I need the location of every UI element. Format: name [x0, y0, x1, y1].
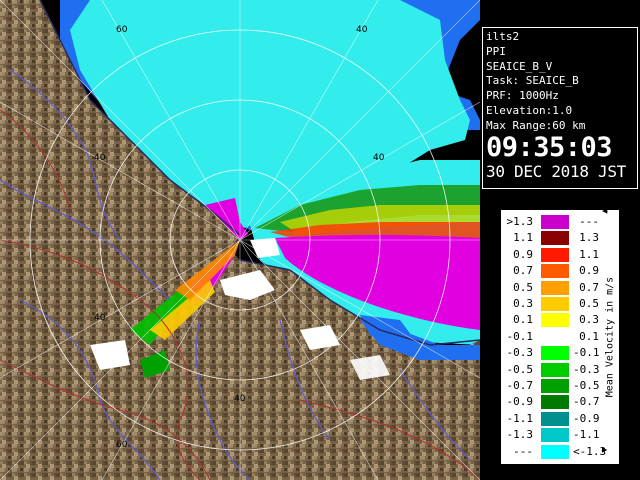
arrow-up-icon: ▲	[600, 208, 610, 214]
legend-low-value: 0.1	[513, 313, 533, 327]
legend-swatch	[541, 247, 569, 262]
legend-swatch	[541, 411, 569, 426]
ppi-radar-display	[0, 0, 480, 480]
legend-swatch	[541, 297, 569, 311]
legend-high-value: -0.9	[573, 411, 600, 425]
legend-low-value: 0.9	[513, 247, 533, 261]
legend-swatch	[541, 280, 569, 295]
arrow-down-icon: ▼	[600, 447, 610, 453]
scan-date: 30 DEC 2018 JST	[486, 161, 626, 181]
legend-high-value: -0.3	[573, 362, 600, 376]
legend-high-value: -0.1	[573, 346, 600, 360]
legend-high-value: 1.3	[579, 231, 599, 245]
site-name: ilts2	[486, 30, 520, 43]
scan-name: SEAICE_B_V	[486, 59, 553, 73]
legend-low-value: -0.9	[506, 395, 534, 409]
legend-unit-label: ▲ Mean Velocity in m/s ▼	[600, 208, 616, 453]
display-mode: PPI	[486, 44, 506, 58]
legend-low-value: 0.5	[513, 280, 533, 294]
legend-low-value: -1.1	[506, 411, 534, 425]
legend-low-value: -0.1	[506, 329, 534, 343]
legend-high-value: 0.5	[579, 297, 599, 310]
legend-high-value: -0.5	[573, 379, 600, 392]
legend-high-value: 0.9	[579, 264, 599, 278]
legend-high-value: 0.1	[579, 329, 599, 343]
legend-high-value: ---	[579, 215, 599, 228]
elevation-value: Elevation:1.0	[486, 103, 573, 117]
legend-low-value: >1.3	[506, 215, 534, 228]
legend-low-value: -0.5	[506, 362, 534, 376]
legend-low-value: 0.7	[513, 264, 533, 278]
legend-swatch	[541, 264, 569, 279]
legend-low-value: 0.3	[513, 297, 533, 310]
legend-swatch	[541, 329, 569, 344]
legend-high-value: 0.7	[579, 280, 599, 294]
legend-swatch	[541, 428, 569, 443]
legend-high-value: <-1.3	[573, 444, 607, 458]
legend-swatch	[541, 379, 569, 393]
scan-time: 09:35:03	[486, 131, 613, 163]
legend-swatch	[541, 313, 569, 328]
legend-low-value: ---	[513, 444, 533, 458]
legend-high-value: 1.1	[579, 247, 599, 261]
prf-value: PRF: 1000Hz	[486, 89, 559, 103]
legend-low-value: -0.7	[506, 379, 534, 392]
legend-swatch	[541, 215, 569, 229]
legend-high-value: -0.7	[573, 395, 600, 409]
task-name: Task: SEAICE_B	[486, 74, 579, 88]
legend-swatch	[541, 346, 569, 361]
scan-info-panel: ilts2 PPI SEAICE_B_V Task: SEAICE_B PRF:…	[482, 27, 638, 189]
legend-swatch	[541, 362, 569, 377]
legend-high-value: 0.3	[579, 313, 599, 327]
legend-low-value: 1.1	[513, 231, 533, 245]
legend-high-value: -1.1	[573, 428, 600, 442]
legend-swatch	[541, 231, 569, 246]
legend-swatch	[541, 395, 569, 410]
legend-swatch	[541, 444, 569, 459]
legend-low-value: -1.3	[506, 428, 534, 442]
velocity-color-legend: >1.3 --- 1.1 1.3 0.9 1.1 0.7 0.9 0.5 0.7 0.3 0.5 0.1…	[500, 208, 620, 465]
legend-low-value: -0.3	[506, 346, 534, 360]
